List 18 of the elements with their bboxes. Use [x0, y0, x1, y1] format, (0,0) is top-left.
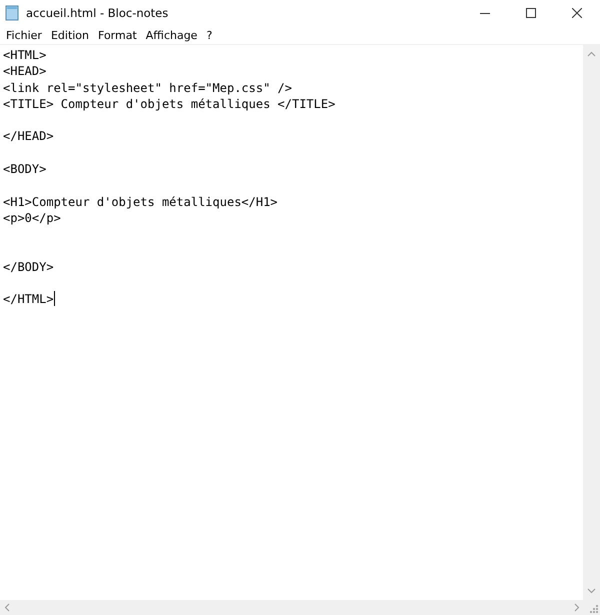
vertical-scrollbar[interactable] — [583, 45, 600, 600]
text-editor[interactable]: <HTML> <HEAD> <link rel="stylesheet" href="Mep.css" /> <TITLE> Compteur d'objets métalliques </TITLE> </HEAD> <BODY> <H1>Compteur d'objets métalliques</H1> <p>0</p> </BODY> </HTML> — [0, 45, 583, 600]
menu-item[interactable]: Affichage — [142, 28, 202, 42]
menu-item[interactable]: Fichier — [2, 28, 46, 42]
resize-grip-icon[interactable] — [588, 602, 598, 612]
window-title: accueil.html - Bloc-notes — [26, 6, 168, 20]
menu-item[interactable]: Edition — [46, 28, 94, 42]
notepad-icon — [4, 5, 20, 21]
close-icon[interactable] — [572, 8, 582, 18]
scroll-up-icon[interactable] — [587, 51, 596, 57]
menu-item[interactable]: ? — [202, 28, 216, 42]
maximize-icon[interactable] — [526, 8, 536, 18]
menu-item[interactable]: Format — [94, 28, 141, 42]
horizontal-scrollbar[interactable] — [0, 600, 600, 615]
scroll-right-icon[interactable] — [574, 603, 580, 612]
scroll-down-icon[interactable] — [587, 588, 596, 594]
scroll-left-icon[interactable] — [4, 603, 10, 612]
text-cursor — [54, 291, 55, 306]
